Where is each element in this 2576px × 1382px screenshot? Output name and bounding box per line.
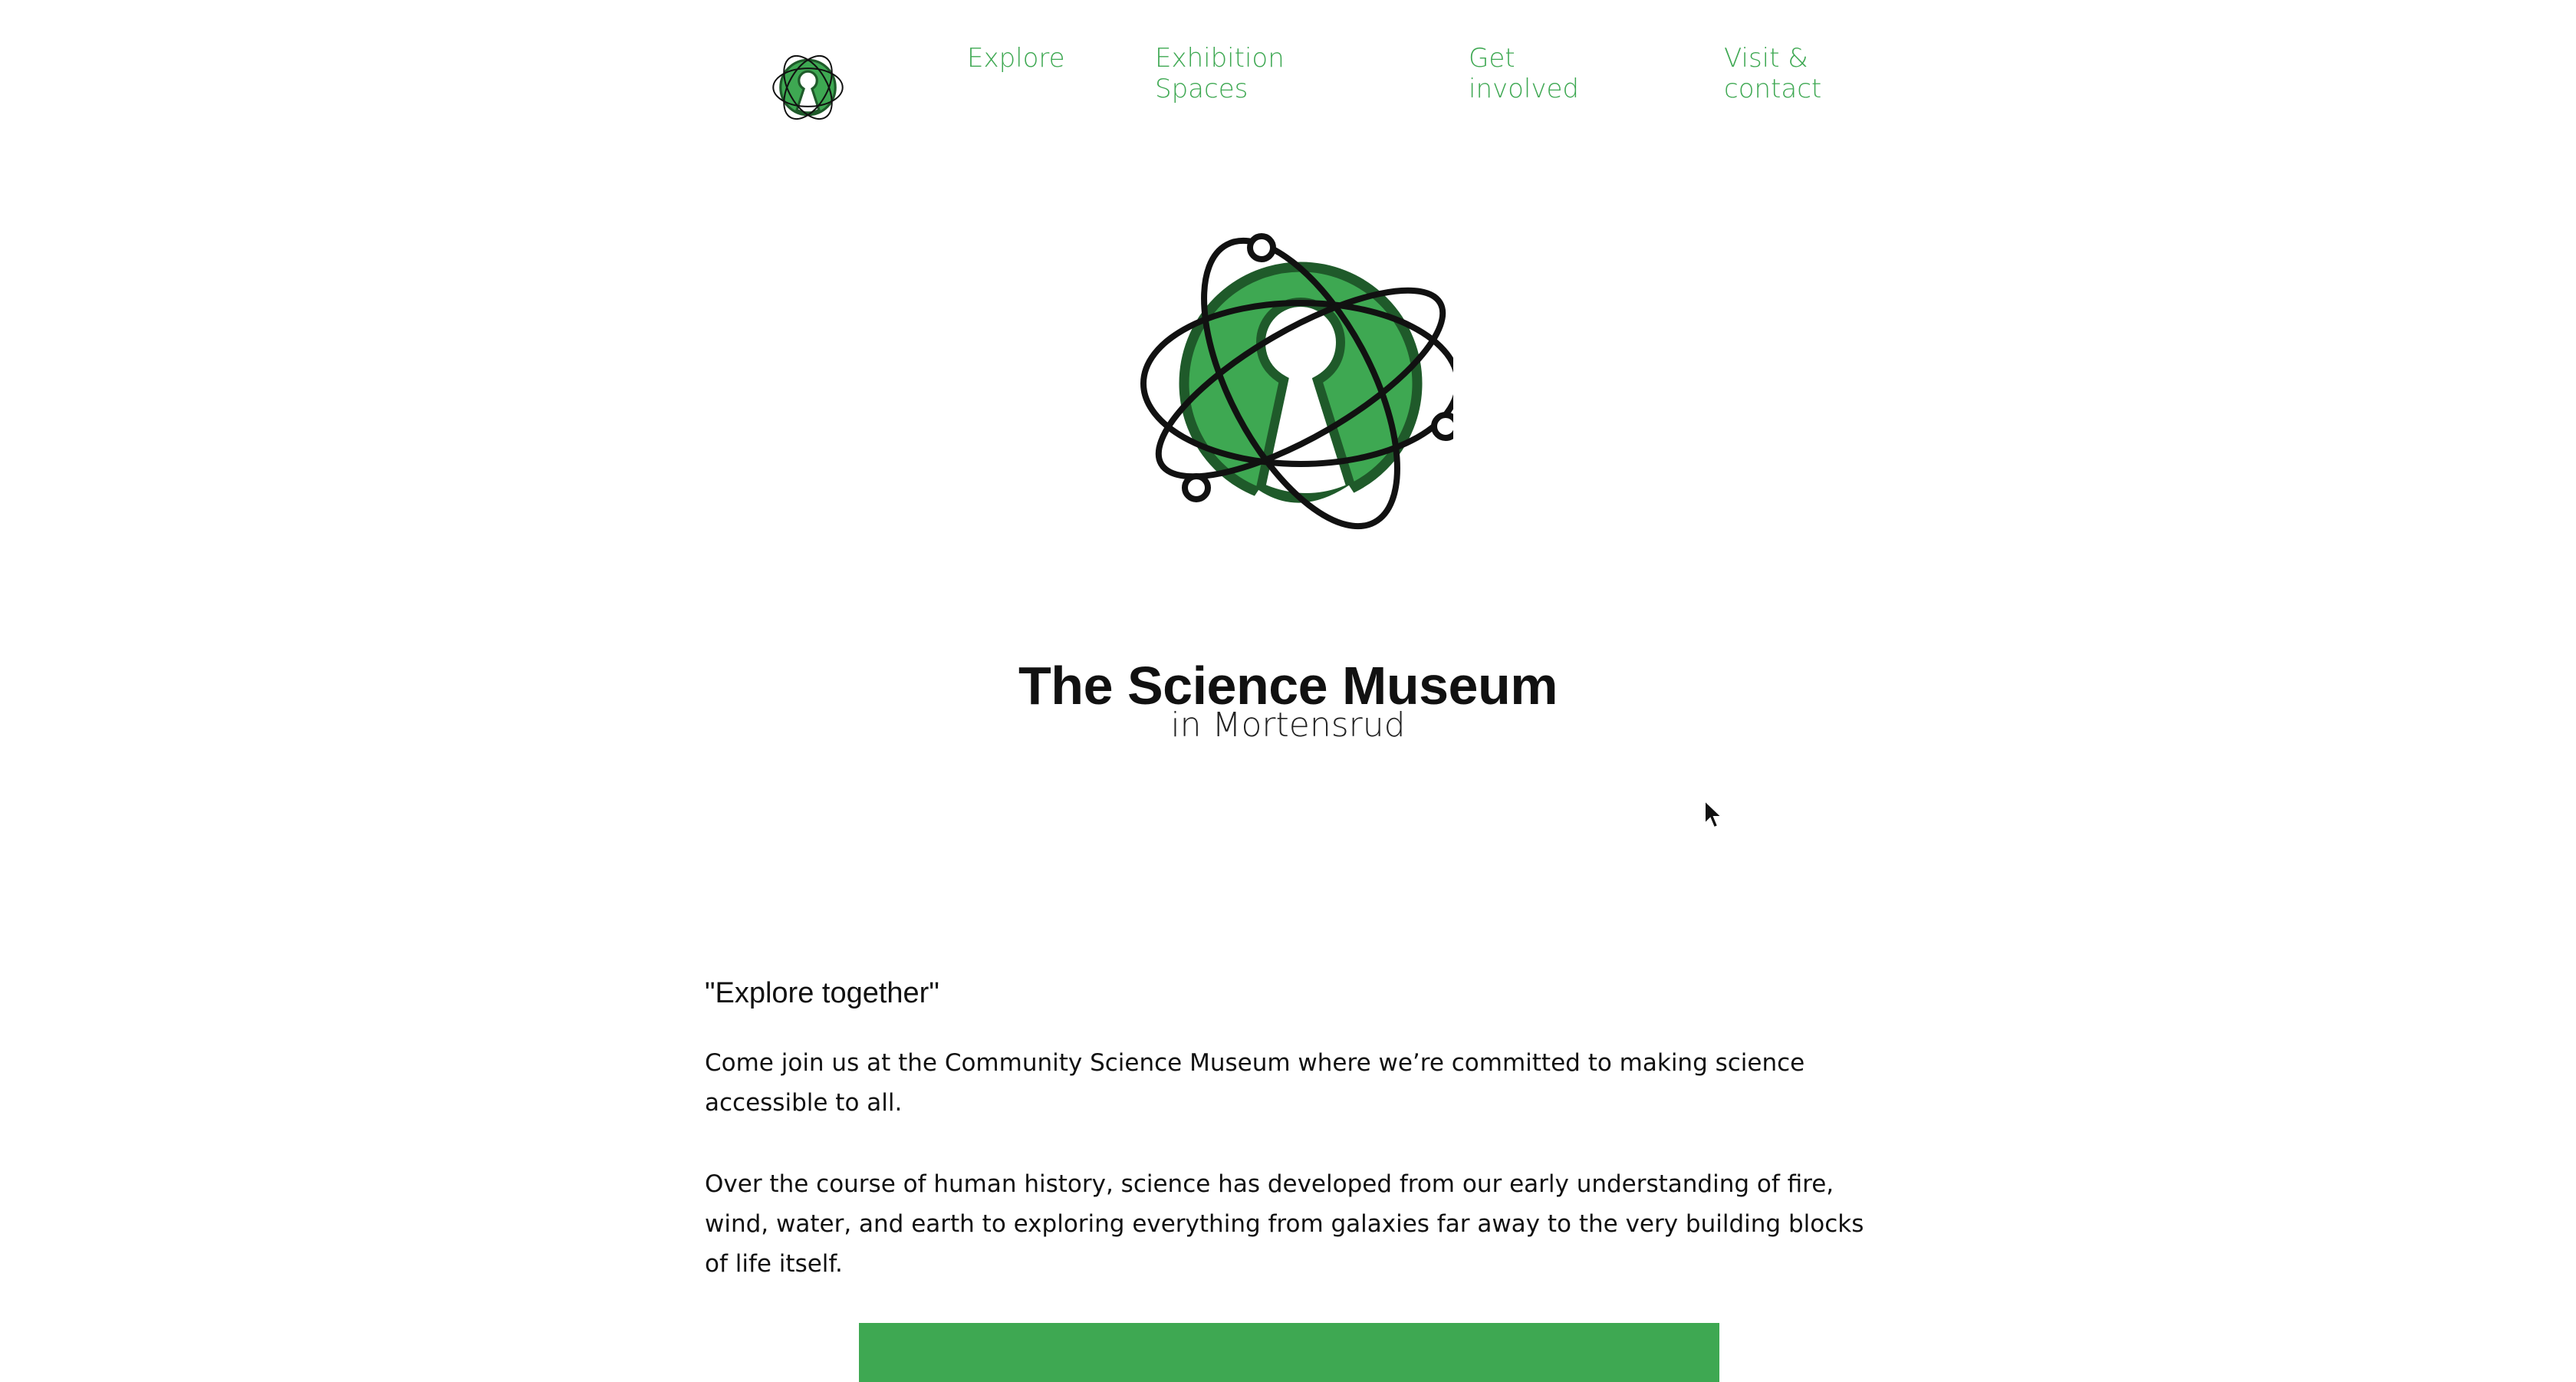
green-banner xyxy=(859,1323,1719,1382)
tagline: "Explore together" xyxy=(705,977,939,1009)
hero-logo xyxy=(1139,206,1461,558)
intro-section: "Explore together" Come join us at the C… xyxy=(705,974,1870,1325)
nav-exhibition-spaces-link[interactable]: Exhibition Spaces xyxy=(1155,43,1285,104)
home-logo-link[interactable] xyxy=(771,48,844,127)
nav-get-involved-link[interactable]: Get involved xyxy=(1469,43,1579,104)
intro-paragraph: Come join us at the Community Science Mu… xyxy=(705,1049,1805,1117)
history-paragraph: Over the course of human history, scienc… xyxy=(705,1170,1864,1278)
nav-visit-contact-link[interactable]: Visit & contact xyxy=(1724,43,1821,104)
atom-keyhole-logo-icon xyxy=(1140,233,1461,530)
page-subtitle: in Mortensrud xyxy=(1170,706,1406,745)
nav-explore-link[interactable]: Explore xyxy=(967,43,1065,74)
atom-keyhole-logo-icon xyxy=(772,54,844,120)
mouse-pointer-icon xyxy=(1704,799,1723,829)
top-navigation: Explore Exhibition Spaces Get involved V… xyxy=(0,0,2576,146)
